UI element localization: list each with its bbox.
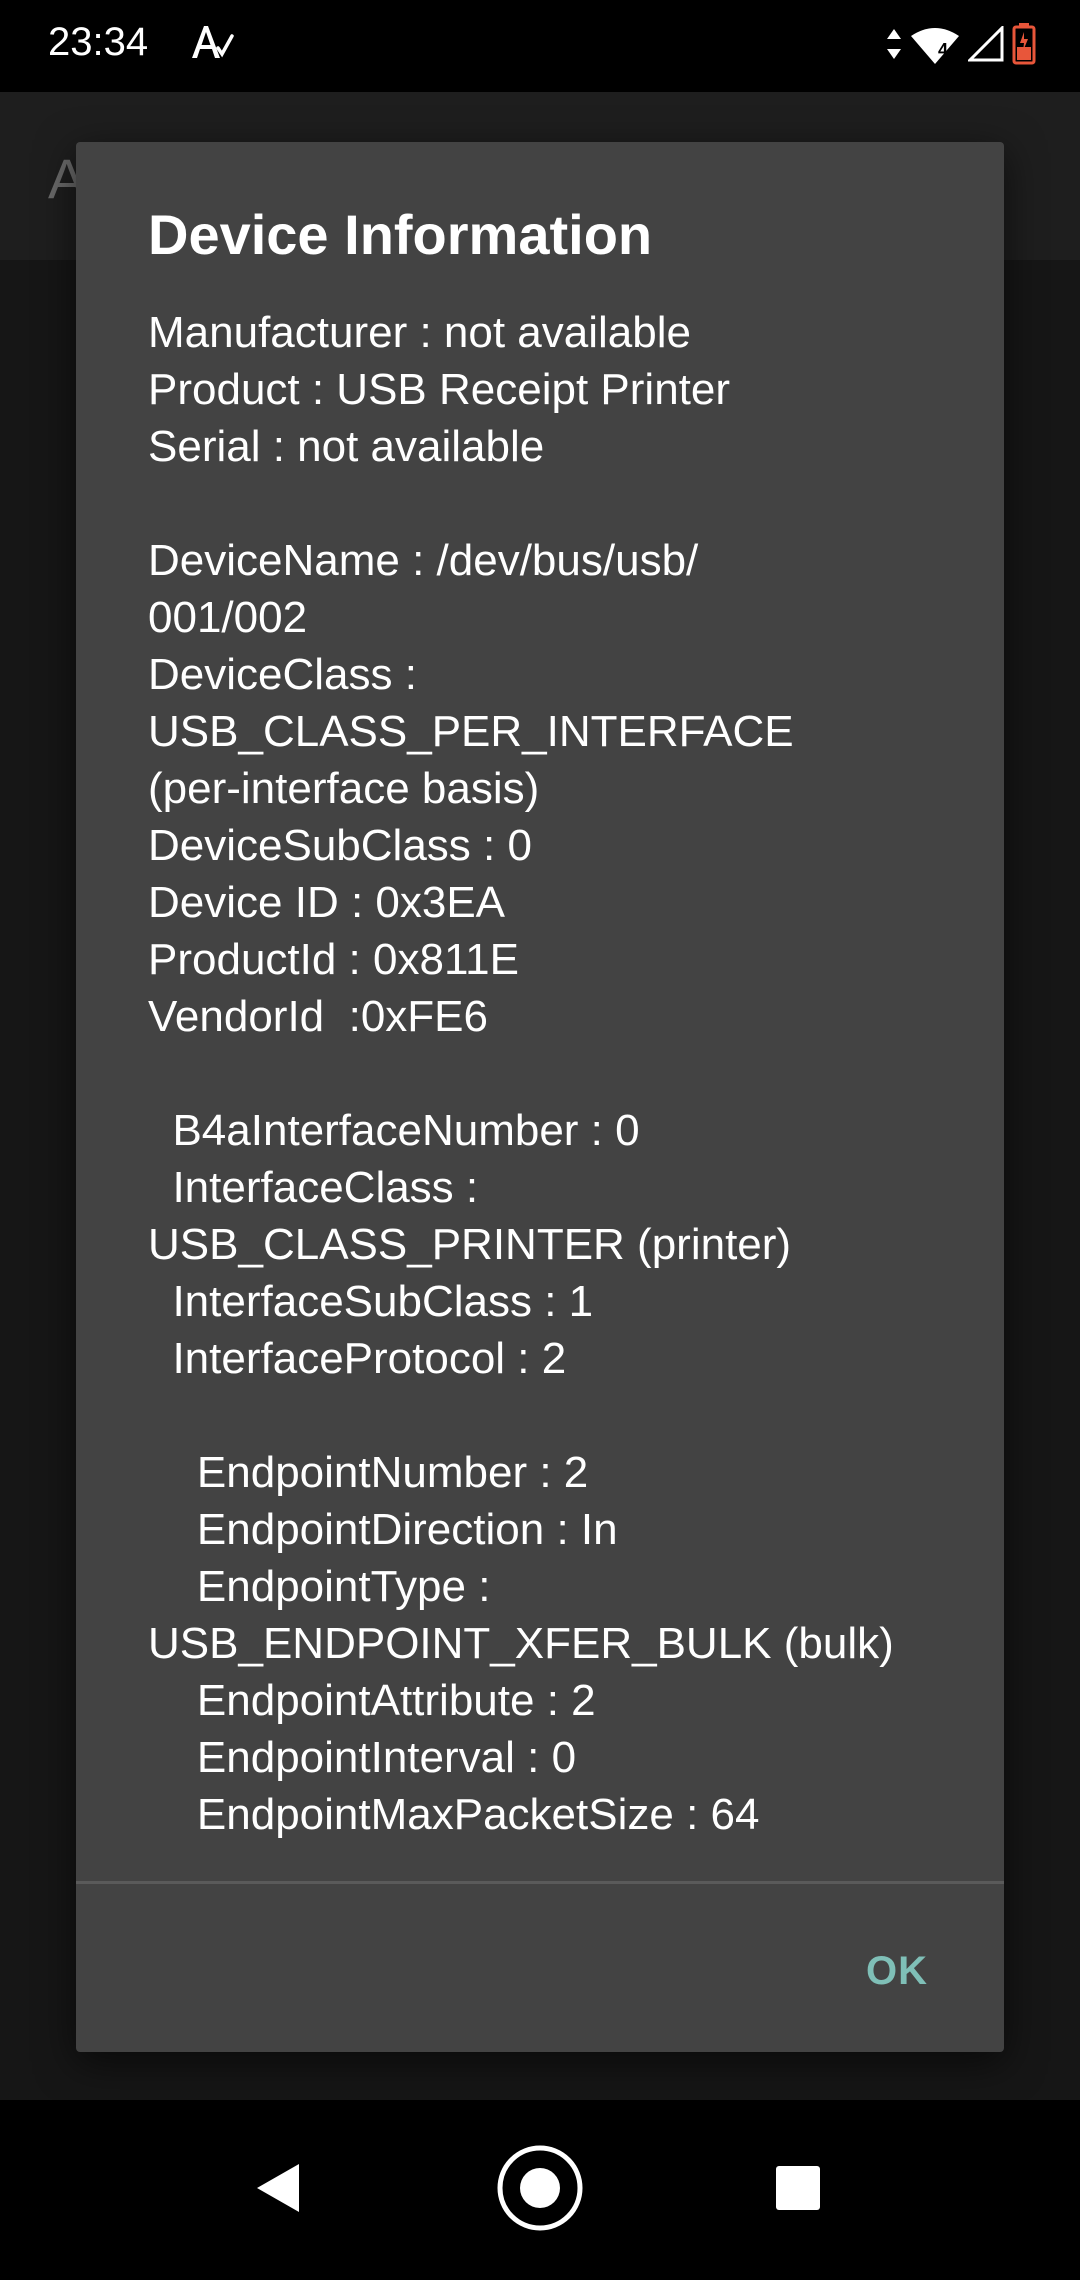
- wifi-icon: 4: [910, 26, 960, 66]
- status-icons: 4: [886, 22, 1036, 70]
- navigation-bar: [0, 2100, 1080, 2280]
- home-button[interactable]: [480, 2130, 600, 2250]
- auto-a-icon: [188, 18, 236, 66]
- back-icon: [255, 2162, 301, 2219]
- device-info-dialog: Device Information Manufacturer : not av…: [76, 142, 1004, 2052]
- dialog-title: Device Information: [148, 203, 653, 266]
- network-label: 4: [938, 40, 949, 60]
- device-info-message: Manufacturer : not available Product : U…: [148, 308, 894, 1839]
- ok-button[interactable]: OK: [850, 1939, 944, 2004]
- dialog-divider: [76, 1881, 1004, 1884]
- data-arrows-icon: [886, 27, 902, 66]
- battery-charging-icon: [1012, 22, 1036, 70]
- status-time: 23:34: [48, 20, 149, 64]
- home-icon: [495, 2143, 585, 2238]
- recents-button[interactable]: [738, 2130, 858, 2250]
- back-button[interactable]: [218, 2130, 338, 2250]
- signal-icon: [966, 23, 1004, 67]
- status-bar: 23:34 4: [0, 0, 1080, 92]
- recents-icon: [775, 2165, 821, 2216]
